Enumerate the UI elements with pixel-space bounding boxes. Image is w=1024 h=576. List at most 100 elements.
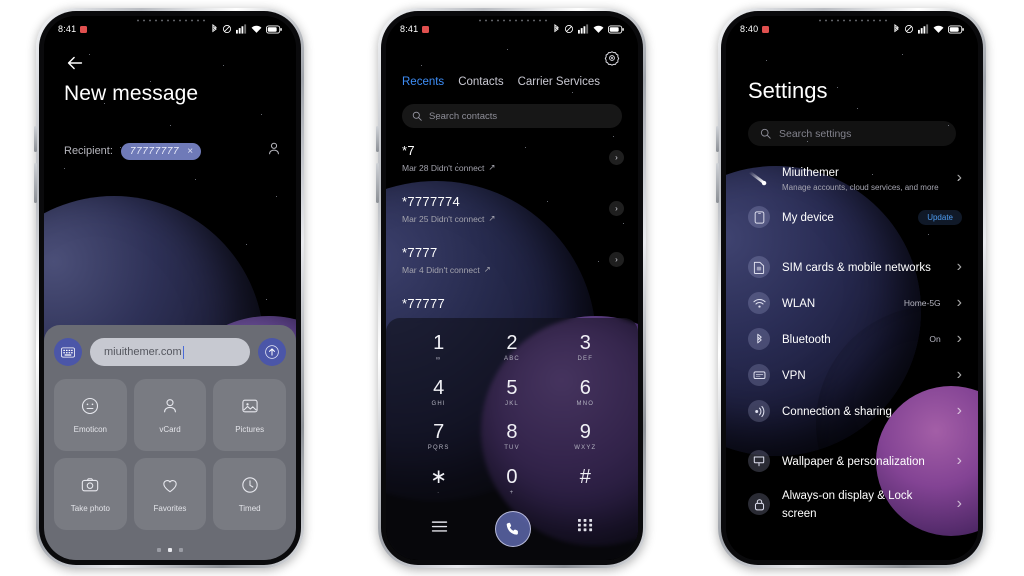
settings-row-my-device[interactable]: My device Update bbox=[726, 199, 978, 235]
row-text: Bluetooth bbox=[782, 330, 917, 348]
dialpad-key-2[interactable]: 2 ABC bbox=[475, 326, 548, 371]
dialer-settings-button[interactable] bbox=[604, 50, 620, 71]
settings-row-vpn[interactable]: VPN › bbox=[726, 357, 978, 393]
dialpad-keys: 1 ∞ 2 ABC 3 DEF 4 GHI 5 JKL 6 MNO 7 PQRS 8 TUV 9… bbox=[386, 318, 638, 504]
row-label: Connection & sharing bbox=[782, 406, 892, 418]
recipient-chip-text: 77777777 bbox=[129, 145, 180, 157]
row-value: On bbox=[929, 334, 941, 344]
send-button[interactable] bbox=[258, 338, 286, 366]
attachment-label: Timed bbox=[238, 504, 261, 513]
attachment-pictures[interactable]: Pictures bbox=[213, 379, 286, 451]
message-input[interactable]: miuithemer.com bbox=[90, 338, 250, 366]
search-contacts-input[interactable]: Search contacts bbox=[402, 104, 622, 128]
dialpad-key-4[interactable]: 4 GHI bbox=[402, 371, 475, 416]
key-letters: GHI bbox=[431, 400, 446, 407]
tab-contacts[interactable]: Contacts bbox=[458, 76, 503, 88]
signal-icon bbox=[918, 24, 929, 34]
phone-screen: 8:41 New message Recipient: 77777777 × m… bbox=[44, 16, 296, 560]
attachment-take-photo[interactable]: Take photo bbox=[54, 458, 127, 530]
power-button[interactable] bbox=[34, 163, 37, 203]
dialer-tabs: Recents Contacts Carrier Services bbox=[402, 76, 600, 88]
dialpad-key-3[interactable]: 3 DEF bbox=[549, 326, 622, 371]
key-letters: JKL bbox=[505, 400, 519, 407]
key-letters: PQRS bbox=[427, 445, 450, 452]
gear-icon bbox=[604, 51, 620, 66]
call-info-button[interactable]: › bbox=[609, 150, 624, 165]
person-icon bbox=[164, 399, 176, 413]
key-letters: WXYZ bbox=[574, 445, 597, 452]
table-row[interactable]: *7 Mar 28 Didn't connect ↗ › bbox=[386, 136, 638, 187]
recipient-chip[interactable]: 77777777 × bbox=[120, 142, 201, 160]
status-badge[interactable]: Update bbox=[918, 209, 962, 225]
dialpad-key-1[interactable]: 1 ∞ bbox=[402, 326, 475, 371]
pick-contact-button[interactable] bbox=[266, 141, 282, 162]
call-detail: Mar 4 Didn't connect ↗ bbox=[402, 264, 622, 275]
wifi-icon bbox=[251, 25, 262, 33]
power-button[interactable] bbox=[376, 163, 379, 203]
attachment-timed[interactable]: Timed bbox=[213, 458, 286, 530]
volume-button[interactable] bbox=[34, 126, 37, 152]
call-number: *7777774 bbox=[402, 194, 461, 209]
message-composer: miuithemer.com bbox=[54, 337, 286, 367]
dialpad-key-9[interactable]: 9 WXYZ bbox=[549, 415, 622, 460]
wifi-icon bbox=[933, 25, 944, 33]
key-digit: # bbox=[579, 465, 591, 488]
dialpad-key-6[interactable]: 6 MNO bbox=[549, 371, 622, 416]
clock-icon bbox=[241, 477, 258, 493]
signal-icon bbox=[578, 24, 589, 34]
settings-row-sim-cards[interactable]: SIM cards & mobile networks › bbox=[726, 249, 978, 285]
page-dot[interactable] bbox=[157, 548, 161, 552]
dialpad-key-7[interactable]: 7 PQRS bbox=[402, 415, 475, 460]
dialpad-key-0[interactable]: 0 + bbox=[475, 460, 548, 505]
chevron-right-icon: › bbox=[956, 495, 962, 512]
status-time: 8:41 bbox=[58, 24, 77, 34]
message-input-value: miuithemer.com bbox=[104, 346, 182, 358]
settings-row-account[interactable]: Miuithemer Manage accounts, cloud servic… bbox=[726, 156, 978, 199]
table-row[interactable]: *7777 Mar 4 Didn't connect ↗ › bbox=[386, 238, 638, 289]
back-button[interactable] bbox=[64, 52, 86, 74]
call-number: *77777 bbox=[402, 296, 446, 311]
menu-button[interactable] bbox=[431, 520, 448, 538]
settings-row-always-on-display[interactable]: Always-on display & Lock screen › bbox=[726, 479, 978, 529]
call-button[interactable] bbox=[494, 511, 531, 547]
settings-row-wallpaper[interactable]: Wallpaper & personalization › bbox=[726, 443, 978, 479]
search-settings-input[interactable]: Search settings bbox=[748, 121, 956, 146]
status-time: 8:41 bbox=[400, 24, 419, 34]
attachment-vcard[interactable]: vCard bbox=[133, 379, 207, 451]
keypad-toggle-button[interactable] bbox=[577, 519, 593, 539]
dialpad-key-5[interactable]: 5 JKL bbox=[475, 371, 548, 416]
earpiece-speaker bbox=[817, 18, 887, 23]
volume-button[interactable] bbox=[716, 126, 719, 152]
bluetooth-icon bbox=[212, 24, 217, 33]
tab-carrier-services[interactable]: Carrier Services bbox=[518, 76, 600, 88]
power-button[interactable] bbox=[716, 163, 719, 203]
page-dot[interactable] bbox=[179, 548, 183, 552]
call-info-button[interactable]: › bbox=[609, 201, 624, 216]
table-row[interactable]: *7777774 Mar 25 Didn't connect ↗ › bbox=[386, 187, 638, 238]
comet-glyph bbox=[748, 170, 767, 185]
dialpad-key-star[interactable]: ∗ · bbox=[402, 460, 475, 505]
send-arrow-up-icon bbox=[265, 345, 279, 359]
attachment-favorites[interactable]: Favorites bbox=[133, 458, 207, 530]
keyboard-toggle-button[interactable] bbox=[54, 338, 82, 366]
tab-recents[interactable]: Recents bbox=[402, 76, 444, 88]
volume-button[interactable] bbox=[376, 126, 379, 152]
settings-row-bluetooth[interactable]: Bluetooth On › bbox=[726, 321, 978, 357]
call-detail-text: Mar 28 Didn't connect bbox=[402, 162, 485, 173]
row-text: Wallpaper & personalization bbox=[782, 452, 945, 470]
outgoing-arrow-icon: ↗ bbox=[483, 264, 491, 274]
page-dot-active[interactable] bbox=[168, 548, 172, 552]
settings-row-connection-sharing[interactable]: Connection & sharing › bbox=[726, 393, 978, 429]
row-text: VPN bbox=[782, 366, 945, 384]
dnd-icon bbox=[564, 24, 574, 34]
dialpad-key-hash[interactable]: # bbox=[549, 460, 622, 505]
close-icon[interactable]: × bbox=[187, 146, 193, 157]
attachment-emoticon[interactable]: Emoticon bbox=[54, 379, 127, 451]
dialpad-key-8[interactable]: 8 TUV bbox=[475, 415, 548, 460]
vpn-icon bbox=[748, 364, 770, 386]
key-digit: 9 bbox=[579, 421, 591, 444]
settings-row-wlan[interactable]: WLAN Home-5G › bbox=[726, 285, 978, 321]
dnd-icon bbox=[904, 24, 914, 34]
call-info-button[interactable]: › bbox=[609, 252, 624, 267]
key-letters: MNO bbox=[576, 400, 595, 407]
